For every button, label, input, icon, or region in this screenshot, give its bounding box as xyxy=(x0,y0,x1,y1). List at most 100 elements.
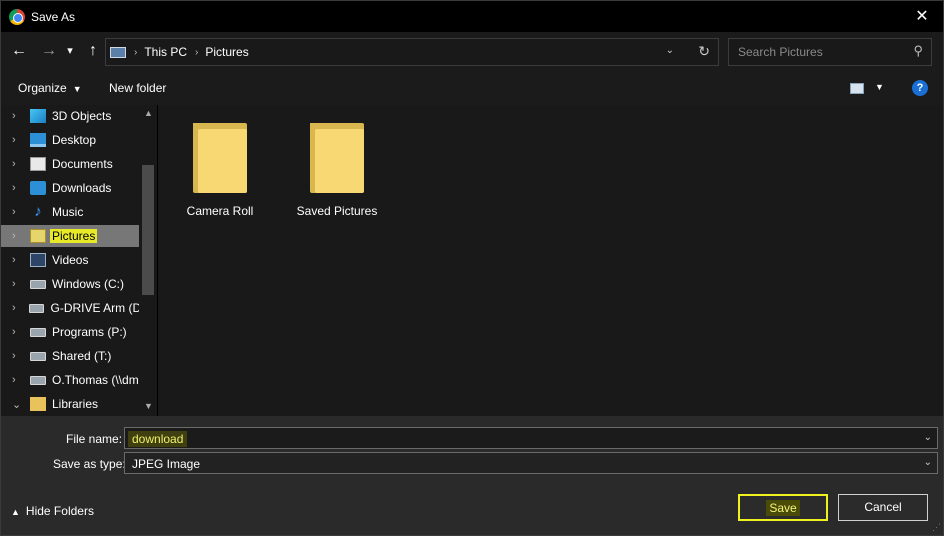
drive-icon xyxy=(30,279,46,289)
help-icon[interactable]: ? xyxy=(912,80,928,96)
tree-item-label: Downloads xyxy=(52,181,112,195)
save-as-type-select[interactable]: JPEG Image ⌄ xyxy=(124,452,938,474)
save-as-type-label: Save as type: xyxy=(53,457,126,471)
save-label: Save xyxy=(766,500,800,516)
resize-grip-icon[interactable]: ⋰ xyxy=(932,522,941,533)
tree-item[interactable]: › Windows (C:) xyxy=(1,273,139,295)
up-arrow-icon[interactable]: ↑ xyxy=(82,40,104,62)
tree-item-label: Desktop xyxy=(52,133,97,147)
search-icon: ⚲ xyxy=(913,43,923,58)
navigation-pane[interactable]: › 3D Objects › Desktop › Documents › Downloads ›… xyxy=(1,105,157,416)
breadcrumb-this-pc[interactable]: This PC xyxy=(144,45,187,59)
tree-item-label: Windows (C:) xyxy=(52,277,125,291)
caret-down-icon: ▼ xyxy=(72,84,82,94)
music-icon: ♪ xyxy=(34,203,42,220)
expand-chevron-icon[interactable]: › xyxy=(12,110,24,122)
new-folder-button[interactable]: New folder xyxy=(109,81,166,95)
tree-item[interactable]: › G-DRIVE Arm (D: xyxy=(1,297,139,319)
folder-item[interactable]: Camera Roll xyxy=(170,123,270,218)
breadcrumb-separator-icon: › xyxy=(195,46,199,58)
tree-item-label: Shared (T:) xyxy=(52,349,112,363)
documents-icon xyxy=(30,157,46,171)
scroll-up-icon[interactable]: ▲ xyxy=(144,108,153,118)
expand-chevron-icon[interactable]: › xyxy=(12,182,24,194)
save-as-dialog: Save As ✕ ← → ▾ ↑ › This PC › Pictures ⌄… xyxy=(0,0,944,536)
chrome-icon xyxy=(9,8,25,25)
address-bar[interactable]: › This PC › Pictures ⌄ ↻ xyxy=(105,38,719,66)
file-name-value[interactable]: download xyxy=(128,431,188,447)
scroll-down-icon[interactable]: ▼ xyxy=(144,401,153,411)
tree-item-label: G-DRIVE Arm (D: xyxy=(50,301,139,315)
scrollbar-thumb[interactable] xyxy=(142,165,154,295)
expand-chevron-icon[interactable]: › xyxy=(12,158,24,170)
save-as-type-dropdown-icon[interactable]: ⌄ xyxy=(924,457,932,468)
tree-item[interactable]: › 3D Objects xyxy=(1,105,139,127)
title-bar: Save As ✕ xyxy=(1,1,943,32)
expanded-chevron-icon[interactable]: ⌄ xyxy=(12,398,24,411)
tree-item[interactable]: › Downloads xyxy=(1,177,139,199)
search-input[interactable] xyxy=(729,39,905,65)
expand-chevron-icon[interactable]: › xyxy=(12,350,24,362)
tree-item-label: 3D Objects xyxy=(52,109,112,123)
folder-item[interactable]: Saved Pictures xyxy=(287,123,387,218)
file-name-dropdown-icon[interactable]: ⌄ xyxy=(924,432,932,443)
folder-icon xyxy=(310,123,364,193)
pictures-icon xyxy=(30,229,46,243)
address-row: ← → ▾ ↑ › This PC › Pictures ⌄ ↻ ⚲ xyxy=(1,32,943,72)
save-options-panel: File name: download ⌄ Save as type: JPEG… xyxy=(1,416,943,535)
network-drive-icon xyxy=(30,375,46,385)
change-view-icon[interactable] xyxy=(850,83,864,94)
search-box[interactable]: ⚲ xyxy=(728,38,932,66)
tree-item-label: Documents xyxy=(52,157,113,171)
view-options-caret-icon[interactable]: ▼ xyxy=(875,82,884,92)
expand-chevron-icon[interactable]: › xyxy=(12,326,24,338)
expand-chevron-icon[interactable]: › xyxy=(12,278,24,290)
libraries-icon xyxy=(30,397,46,411)
close-icon[interactable]: ✕ xyxy=(907,5,937,29)
videos-icon xyxy=(30,253,46,267)
organize-button[interactable]: Organize ▼ xyxy=(18,81,82,95)
back-arrow-icon[interactable]: ← xyxy=(8,40,30,62)
expand-chevron-icon[interactable]: › xyxy=(12,374,24,386)
tree-item[interactable]: › ♪ Music xyxy=(1,201,139,223)
tree-item[interactable]: › Videos xyxy=(1,249,139,271)
forward-arrow-icon[interactable]: → xyxy=(38,40,60,62)
tree-item-label: O.Thomas (\\dm xyxy=(52,373,139,387)
save-as-type-value: JPEG Image xyxy=(132,457,201,471)
breadcrumb-separator-icon: › xyxy=(134,46,138,58)
tree-item-label: Programs (P:) xyxy=(52,325,127,339)
hide-folders-button[interactable]: ▲ Hide Folders xyxy=(11,504,94,518)
tree-item-label: Libraries xyxy=(52,397,99,411)
file-name-label: File name: xyxy=(66,432,123,446)
refresh-icon[interactable]: ↻ xyxy=(698,43,710,60)
command-bar: Organize ▼ New folder ▼ ? xyxy=(1,72,943,105)
save-button[interactable]: Save xyxy=(738,494,828,521)
hide-folders-label: Hide Folders xyxy=(25,504,94,518)
address-dropdown-icon[interactable]: ⌄ xyxy=(666,45,674,56)
folder-name: Saved Pictures xyxy=(296,204,378,218)
tree-item[interactable]: › Pictures xyxy=(1,225,139,247)
tree-item[interactable]: › Documents xyxy=(1,153,139,175)
file-list[interactable]: Camera Roll Saved Pictures xyxy=(158,105,943,416)
expand-chevron-icon[interactable]: › xyxy=(12,206,24,218)
navigation-scrollbar[interactable]: ▲ ▼ xyxy=(140,105,157,416)
recent-locations-chevron-icon[interactable]: ▾ xyxy=(63,40,77,62)
expand-chevron-icon[interactable]: › xyxy=(12,254,24,266)
breadcrumb-pictures[interactable]: Pictures xyxy=(205,45,248,59)
expand-chevron-icon[interactable]: › xyxy=(12,134,24,146)
downloads-icon xyxy=(30,181,46,195)
desktop-icon xyxy=(30,133,46,147)
tree-item[interactable]: › Desktop xyxy=(1,129,139,151)
expand-chevron-icon[interactable]: › xyxy=(12,230,24,242)
tree-item-label: Music xyxy=(52,205,84,219)
tree-item[interactable]: › Programs (P:) xyxy=(1,321,139,343)
caret-up-icon: ▲ xyxy=(11,507,20,517)
tree-item[interactable]: › Shared (T:) xyxy=(1,345,139,367)
tree-item-label: Videos xyxy=(52,253,89,267)
expand-chevron-icon[interactable]: › xyxy=(12,302,23,314)
tree-item[interactable]: ⌄ Libraries xyxy=(1,393,139,415)
file-name-field[interactable]: download ⌄ xyxy=(124,427,938,449)
tree-item[interactable]: › O.Thomas (\\dm xyxy=(1,369,139,391)
tree-item-label: Pictures xyxy=(50,229,98,243)
cancel-button[interactable]: Cancel xyxy=(838,494,928,521)
